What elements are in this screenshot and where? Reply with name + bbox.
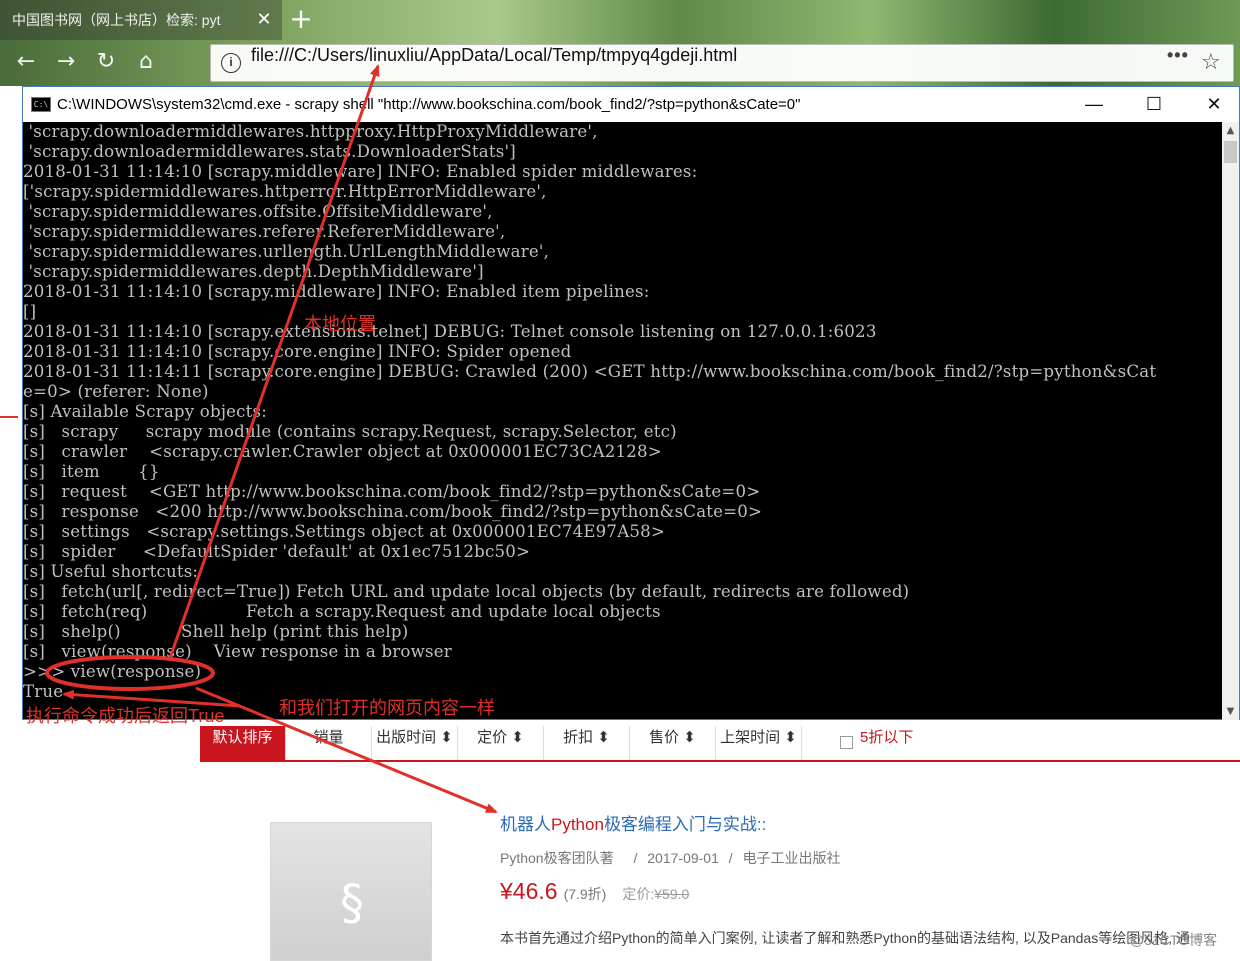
annotation-returns-true: 执行命令成功后返回True	[26, 706, 225, 726]
arrow-to-url	[168, 64, 380, 659]
annotation-local-location: 本地位置	[304, 314, 376, 334]
annotation-overlay	[45, 64, 498, 814]
annotation-same-content: 和我们打开的网页内容一样	[279, 698, 495, 718]
highlight-ellipse	[45, 655, 215, 691]
